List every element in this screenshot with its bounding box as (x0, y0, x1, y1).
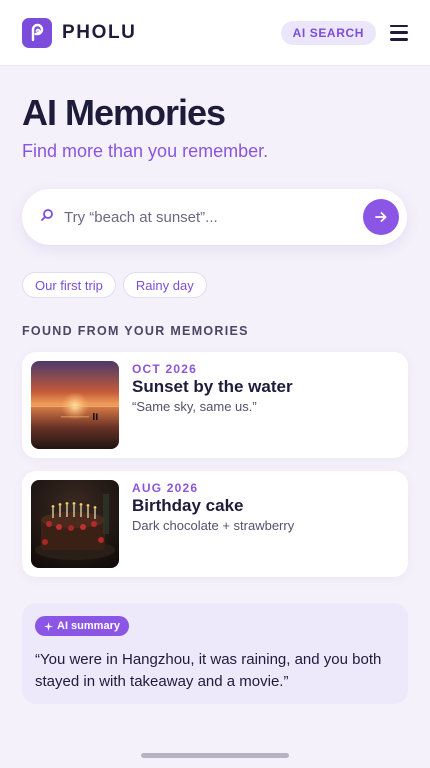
memory-title: Sunset by the water (132, 377, 293, 396)
page-subtitle: Find more than you remember. (22, 141, 269, 161)
memory-thumbnail-sunset (31, 361, 119, 449)
page-title: AI Memories (22, 92, 226, 133)
sparkle-icon (44, 621, 53, 631)
home-indicator[interactable] (141, 753, 289, 758)
memory-card-sunset[interactable]: OCT 2026 Sunset by the water “Same sky, … (22, 352, 408, 458)
search-bar (22, 189, 407, 245)
app-logo-icon[interactable] (22, 17, 52, 48)
suggestion-chips: Our first trip Rainy day (22, 272, 207, 298)
memory-card-birthday[interactable]: AUG 2026 Birthday cake Dark chocolate + … (22, 471, 408, 577)
memory-date: OCT 2026 (132, 362, 197, 376)
top-bar: PHOLU AI SEARCH (0, 0, 430, 66)
chip-rainy-day[interactable]: Rainy day (122, 272, 207, 298)
memory-description: Dark chocolate + strawberry (132, 518, 295, 533)
ai-summary-badge-label: AI summary (57, 620, 120, 632)
search-submit-button[interactable] (363, 199, 399, 235)
arrow-right-icon (375, 212, 387, 222)
hamburger-menu-icon[interactable] (390, 24, 408, 41)
ai-summary-badge: AI summary (35, 616, 129, 636)
ai-search-label: AI SEARCH (292, 25, 364, 40)
memory-date: AUG 2026 (132, 481, 199, 495)
ai-summary-card: AI summary “You were in Hangzhou, it was… (22, 603, 408, 704)
search-input[interactable] (64, 208, 344, 226)
ai-search-button[interactable]: AI SEARCH (280, 20, 376, 45)
memory-title: Birthday cake (132, 496, 244, 515)
ai-summary-text: “You were in Hangzhou, it was raining, a… (35, 651, 382, 690)
memory-description: “Same sky, same us.” (132, 399, 257, 414)
search-icon (40, 208, 54, 227)
section-heading: FOUND FROM YOUR MEMORIES (22, 324, 249, 338)
chip-our-first-trip[interactable]: Our first trip (22, 272, 116, 298)
brand-name: PHOLU (62, 21, 137, 43)
memory-thumbnail-birthday (31, 480, 119, 568)
